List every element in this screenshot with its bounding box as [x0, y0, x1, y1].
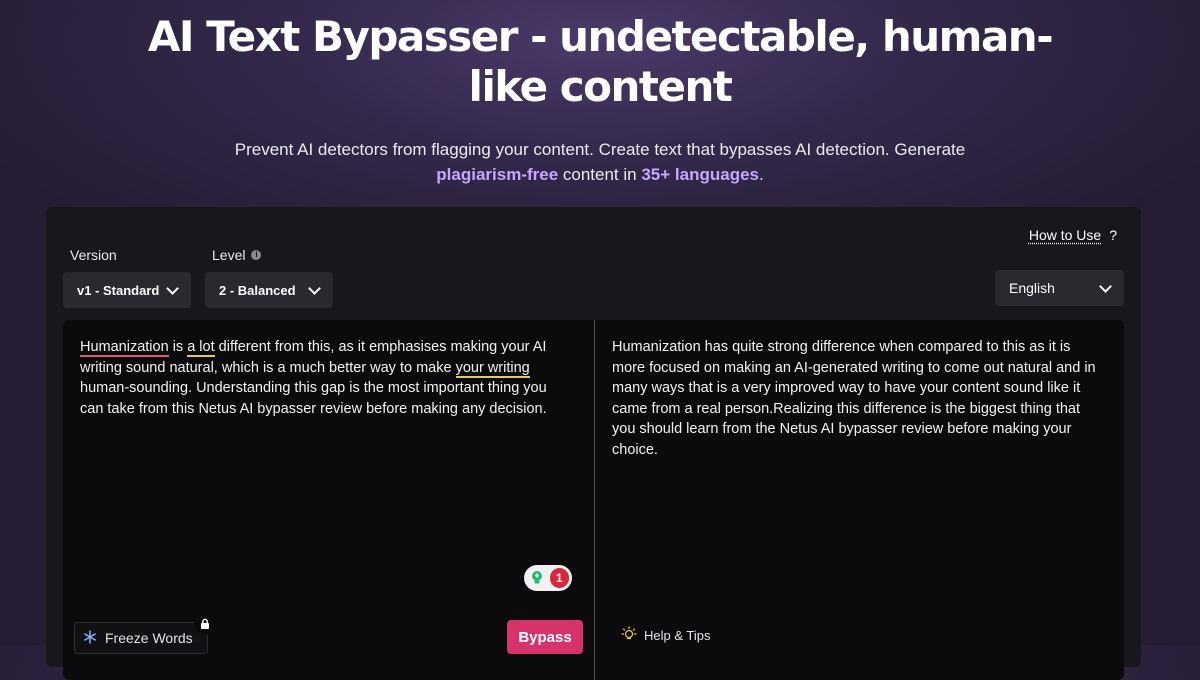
- level-value: 2 - Balanced: [219, 282, 296, 298]
- chevron-down-icon: [166, 281, 179, 295]
- languages-highlight: 35+ languages: [641, 165, 759, 184]
- input-textarea[interactable]: Humanization is a lot different from thi…: [80, 337, 570, 419]
- plagiarism-free-highlight: plagiarism-free: [436, 165, 559, 184]
- output-text: Humanization has quite strong difference…: [612, 339, 1096, 458]
- question-icon[interactable]: ?: [1109, 227, 1117, 243]
- help-tips-label: Help & Tips: [644, 628, 711, 643]
- flagged-word[interactable]: your writing: [455, 359, 530, 378]
- language-dropdown[interactable]: English: [995, 270, 1124, 306]
- freeze-words-label: Freeze Words: [105, 630, 193, 646]
- freeze-words-button[interactable]: Freeze Words: [74, 622, 208, 654]
- bypass-button[interactable]: Bypass: [507, 620, 583, 654]
- language-value: English: [1009, 280, 1055, 296]
- version-label: Version: [70, 247, 117, 263]
- suggestion-badge[interactable]: 1: [524, 565, 572, 591]
- help-tips-button[interactable]: Help & Tips: [621, 626, 710, 645]
- chevron-down-icon: [308, 281, 321, 295]
- page-title: AI Text Bypasser - undetectable, human- …: [0, 12, 1200, 112]
- how-to-use: How to Use ?: [1029, 227, 1117, 243]
- version-value: v1 - Standard: [77, 282, 160, 298]
- page-title-line-1: AI Text Bypasser - undetectable, human-: [147, 12, 1054, 61]
- input-text-segment: human-sounding. Understanding this gap i…: [80, 380, 547, 417]
- suggestion-count: 1: [549, 568, 569, 588]
- subtitle-line-1: Prevent AI detectors from flagging your …: [234, 140, 966, 159]
- flagged-word[interactable]: Humanization: [80, 339, 169, 357]
- subtitle-mid-text: content in: [558, 165, 642, 184]
- how-to-use-link[interactable]: How to Use: [1029, 227, 1101, 243]
- lightbulb-icon: [527, 568, 547, 588]
- subtitle-line-2: plagiarism-free content in 35+ languages…: [0, 162, 1200, 187]
- editor-divider: [594, 320, 595, 680]
- editor-area: Humanization is a lot different from thi…: [63, 320, 1124, 680]
- snowflake-icon: [83, 629, 97, 647]
- lock-icon: [194, 613, 216, 635]
- input-text-segment: is: [168, 339, 188, 355]
- chevron-down-icon: [1099, 279, 1112, 293]
- bypasser-panel: How to Use ? Version Level i v1 - Standa…: [46, 207, 1141, 680]
- page-subtitle: Prevent AI detectors from flagging your …: [0, 137, 1200, 187]
- level-label: Level: [212, 247, 246, 263]
- page-title-line-2: like content: [468, 62, 733, 111]
- lightbulb-icon: [621, 626, 637, 645]
- flagged-word[interactable]: a lot: [187, 339, 215, 357]
- info-icon[interactable]: i: [251, 250, 262, 260]
- version-dropdown[interactable]: v1 - Standard: [63, 272, 191, 308]
- level-dropdown[interactable]: 2 - Balanced: [205, 272, 333, 308]
- subtitle-end-text: .: [758, 165, 764, 184]
- level-label-group: Level i: [212, 247, 262, 263]
